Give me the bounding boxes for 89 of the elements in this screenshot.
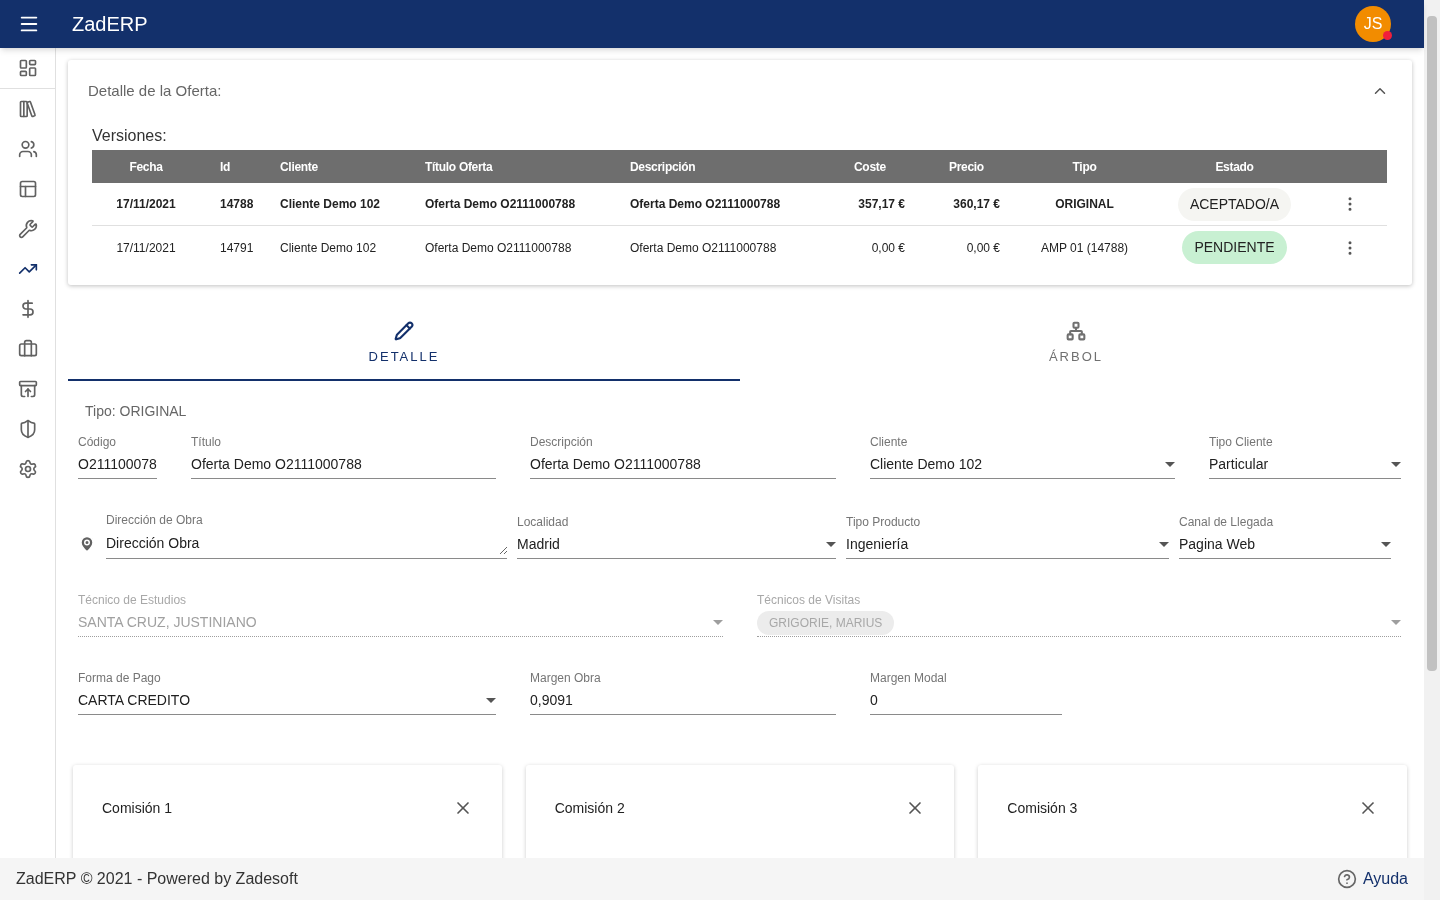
window-icon[interactable] xyxy=(17,179,38,199)
input-field[interactable]: O211100078 xyxy=(78,455,157,479)
wrench-icon[interactable] xyxy=(17,219,38,239)
table-cell-text: Oferta Demo O2111000788 xyxy=(629,239,778,257)
app-title: ZadERP xyxy=(72,12,148,37)
table-cell-text: 0,00 € xyxy=(870,239,906,257)
column-header: Coste xyxy=(853,158,887,176)
column-header: Título Oferta xyxy=(424,158,494,176)
versions-label: Versiones: xyxy=(92,127,167,144)
chip: GRIGORIE, MARIUS xyxy=(757,610,895,635)
select-field[interactable]: Ingeniería xyxy=(846,535,1169,559)
input-field[interactable]: 0 xyxy=(870,691,1062,715)
table-cell-text: 17/11/2021 xyxy=(115,196,177,213)
help-link[interactable]: Ayuda xyxy=(1362,867,1408,891)
input-field[interactable]: Oferta Demo O2111000788 xyxy=(530,455,836,479)
people-icon[interactable] xyxy=(17,139,38,159)
field-label: Tipo Producto xyxy=(846,515,922,529)
settings-icon[interactable] xyxy=(17,459,38,479)
table-cell-text: 17/11/2021 xyxy=(115,239,177,257)
resize-handle-icon[interactable] xyxy=(499,546,507,554)
tab[interactable]: ÁRBOL xyxy=(740,321,1412,381)
type-label: Tipo: ORIGINAL xyxy=(85,403,187,419)
scrollbar[interactable] xyxy=(1424,0,1440,900)
select-field[interactable]: CARTA CREDITO xyxy=(78,691,496,715)
panel-title: Detalle de la Oferta: xyxy=(88,80,223,101)
select-field[interactable]: Cliente Demo 102 xyxy=(870,455,1175,479)
commission-title: Comisión 1 xyxy=(102,799,174,818)
table-cell-text: 14791 xyxy=(219,239,255,257)
column-header: Descripción xyxy=(629,158,697,176)
table-cell-text: Cliente Demo 102 xyxy=(279,239,378,257)
dropdown-caret-icon xyxy=(1165,462,1175,467)
dropdown-caret-icon xyxy=(1159,542,1169,547)
field-label: Título xyxy=(191,435,222,449)
commission-title: Comisión 3 xyxy=(1007,799,1079,818)
select-field[interactable]: Madrid xyxy=(517,535,836,559)
table-cell-text: Oferta Demo O2111000788 xyxy=(424,239,573,257)
table-row[interactable]: 17/11/2021 14788 Cliente Demo 102 Oferta Demo O2111000788 Oferta Demo O2111000788 357,17 € 360,17 € ORIGINAL ACEPTADO/A xyxy=(92,183,1387,226)
field-label: Margen Obra xyxy=(530,671,602,685)
textarea-field[interactable]: Dirección Obra xyxy=(106,533,507,559)
dropdown-caret-icon xyxy=(1381,542,1391,547)
location-pin-icon xyxy=(78,535,96,553)
table-cell-text: Cliente Demo 102 xyxy=(279,196,382,213)
field-label: Técnico de Estudios xyxy=(78,593,188,607)
input-field[interactable]: Oferta Demo O2111000788 xyxy=(191,455,496,479)
field-label: Dirección de Obra xyxy=(106,513,204,527)
archive-icon[interactable] xyxy=(17,379,38,399)
table-row[interactable]: 17/11/2021 14791 Cliente Demo 102 Oferta Demo O2111000788 Oferta Demo O2111000788 0,00 € 0,00 € AMP 01 (14788) PENDIENTE xyxy=(92,226,1387,269)
dropdown-caret-icon xyxy=(826,542,836,547)
footer-text: ZadERP © 2021 - Powered by Zadesoft xyxy=(16,869,299,889)
tree-icon xyxy=(1066,321,1086,341)
field-label: Cliente xyxy=(870,435,909,449)
field-label: Canal de Llegada xyxy=(1179,515,1275,529)
library-icon[interactable] xyxy=(17,99,38,119)
column-header: Precio xyxy=(948,158,985,176)
pencil-icon xyxy=(394,321,414,341)
help-icon xyxy=(1336,869,1357,889)
briefcase-icon[interactable] xyxy=(17,339,38,359)
table-cell-text: 360,17 € xyxy=(952,196,1001,213)
commission-title: Comisión 2 xyxy=(554,799,626,818)
table-cell-text: 0,00 € xyxy=(965,239,1001,257)
field-label: Localidad xyxy=(517,515,570,529)
tab[interactable]: DETALLE xyxy=(68,321,740,381)
column-header: Fecha xyxy=(128,158,164,176)
field-label: Código xyxy=(78,435,118,449)
status-tag: ACEPTADO/A xyxy=(1177,187,1292,221)
select-field[interactable]: Pagina Web xyxy=(1179,535,1391,559)
field-label: Tipo Cliente xyxy=(1209,435,1274,449)
dropdown-caret-icon xyxy=(486,698,496,703)
field-label: Técnicos de Visitas xyxy=(757,593,862,607)
dropdown-caret-icon xyxy=(1391,462,1401,467)
table-cell-text: Oferta Demo O2111000788 xyxy=(629,196,782,213)
column-header: Estado xyxy=(1214,158,1255,176)
field-label: Margen Modal xyxy=(870,671,948,685)
table-cell-text: Oferta Demo O2111000788 xyxy=(424,196,577,213)
column-header: Tipo xyxy=(1071,158,1098,176)
table-cell-text: 357,17 € xyxy=(857,196,906,213)
dropdown-caret-icon xyxy=(1391,620,1401,625)
field-label: Forma de Pago xyxy=(78,671,162,685)
field-label: Descripción xyxy=(530,435,594,449)
dashboard-icon[interactable] xyxy=(17,58,38,78)
column-header: Id xyxy=(219,158,232,176)
input-field[interactable]: 0,9091 xyxy=(530,691,836,715)
table-cell-text: 14788 xyxy=(219,196,255,213)
status-tag: PENDIENTE xyxy=(1182,231,1287,264)
dropdown-caret-icon xyxy=(713,620,723,625)
column-header: Cliente xyxy=(279,158,319,176)
table-cell-text: AMP 01 (14788) xyxy=(1039,239,1130,257)
table-cell-text: ORIGINAL xyxy=(1054,196,1115,213)
select-field[interactable]: Particular xyxy=(1209,455,1401,479)
